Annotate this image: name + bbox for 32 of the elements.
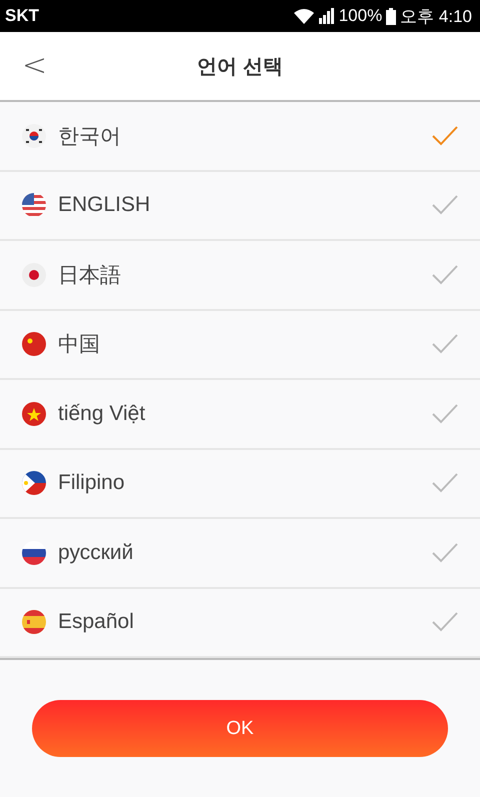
language-name: русский <box>58 540 134 565</box>
language-name: 한국어 <box>58 124 122 150</box>
language-item[interactable]: 日本語 <box>0 241 480 310</box>
language-item[interactable]: 中国 <box>0 310 480 380</box>
signal-icon <box>318 8 335 24</box>
flag-icon <box>22 402 46 426</box>
flag-icon <box>22 332 46 356</box>
flag-icon <box>22 540 46 565</box>
battery-percent: 100% <box>338 6 382 26</box>
language-item[interactable]: 한국어 <box>0 102 480 172</box>
language-item[interactable]: русский <box>0 519 480 588</box>
flag-icon <box>22 262 46 287</box>
language-item[interactable]: Español <box>0 588 480 658</box>
flag-icon <box>22 610 46 634</box>
flag-icon <box>22 471 46 496</box>
wifi-icon <box>292 8 315 24</box>
language-item[interactable]: tiếng Việt <box>0 380 480 450</box>
language-name: ENGLISH <box>58 193 152 218</box>
clock: 오후 4:10 <box>400 6 472 28</box>
battery-icon <box>386 8 396 24</box>
language-name: Filipino <box>58 471 126 496</box>
language-name: tiếng Việt <box>58 402 146 426</box>
language-item[interactable]: Filipino <box>0 450 480 519</box>
language-name: Español <box>58 610 135 634</box>
language-item[interactable]: ENGLISH <box>0 172 480 241</box>
back-button[interactable]: < <box>22 48 48 83</box>
language-name: 中国 <box>58 332 101 358</box>
language-name: 日本語 <box>58 262 122 289</box>
page-title: 언어 선택 <box>197 54 283 80</box>
flag-icon <box>22 193 46 218</box>
flag-icon <box>22 124 46 148</box>
carrier: SKT <box>5 6 39 26</box>
